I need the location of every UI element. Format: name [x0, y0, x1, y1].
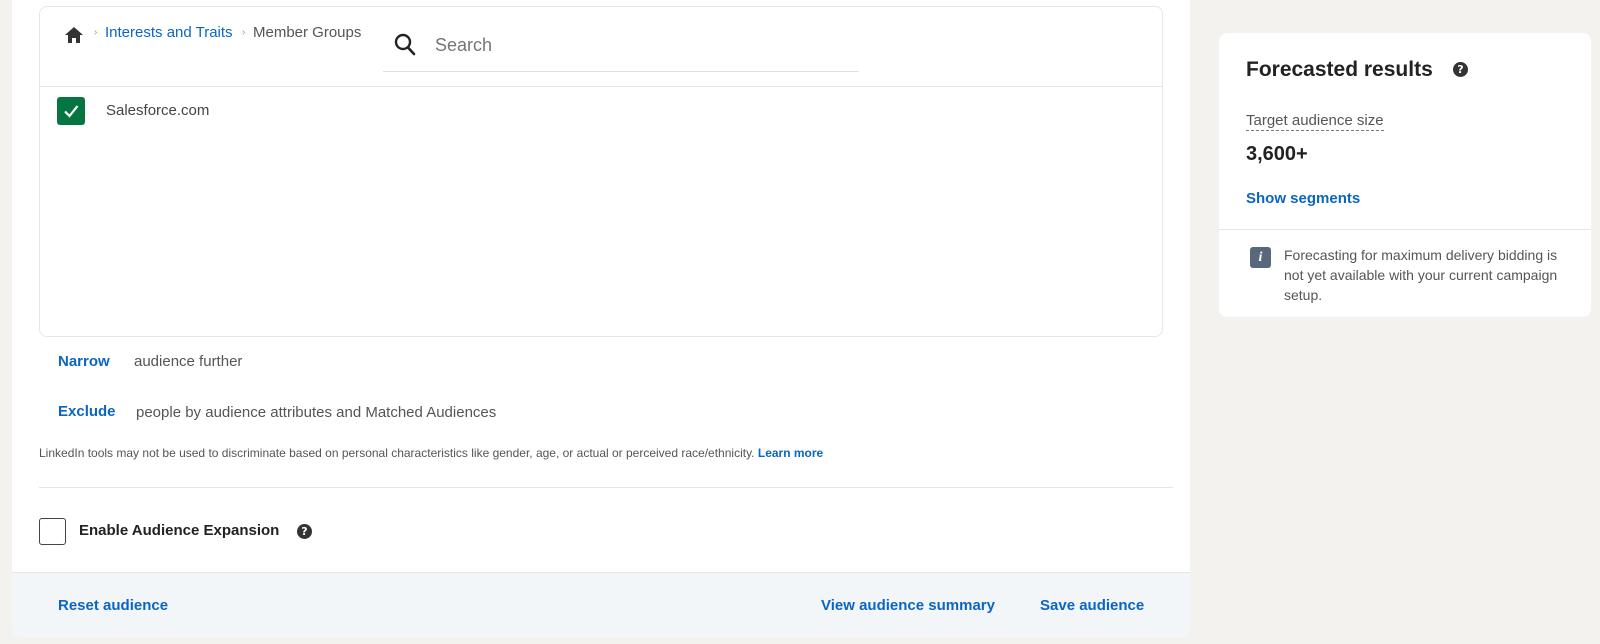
- audience-expansion-label: Enable Audience Expansion: [79, 522, 280, 539]
- target-audience-size-value: 3,600+: [1246, 143, 1308, 165]
- learn-more-link[interactable]: Learn more: [758, 446, 823, 460]
- forecast-panel: Forecasted results ? Target audience siz…: [1219, 33, 1591, 317]
- exclude-text: people by audience attributes and Matche…: [136, 404, 497, 421]
- reset-audience-button[interactable]: Reset audience: [58, 597, 168, 614]
- help-icon[interactable]: ?: [297, 524, 312, 539]
- member-groups-browser: › Interests and Traits › Member Groups S…: [39, 6, 1163, 337]
- exclude-link[interactable]: Exclude: [58, 403, 116, 420]
- search-box[interactable]: [383, 23, 859, 72]
- target-audience-size-label[interactable]: Target audience size: [1246, 112, 1384, 131]
- panel-footer: Reset audience View audience summary Sav…: [12, 572, 1190, 637]
- help-icon[interactable]: ?: [1453, 62, 1468, 77]
- breadcrumb-separator-2: ›: [242, 27, 246, 38]
- breadcrumb-member-groups: Member Groups: [253, 24, 362, 41]
- disclaimer-text: LinkedIn tools may not be used to discri…: [39, 446, 755, 460]
- forecast-info-text: Forecasting for maximum delivery bidding…: [1284, 247, 1558, 303]
- checkbox-checked[interactable]: [57, 97, 85, 125]
- show-segments-link[interactable]: Show segments: [1246, 190, 1360, 207]
- disclaimer: LinkedIn tools may not be used to discri…: [39, 446, 823, 460]
- divider: [39, 487, 1173, 488]
- audience-expansion-checkbox[interactable]: [39, 518, 66, 545]
- view-audience-summary-button[interactable]: View audience summary: [821, 597, 995, 614]
- breadcrumb-interests-traits[interactable]: Interests and Traits: [105, 24, 233, 41]
- divider: [1219, 229, 1591, 230]
- search-icon: [394, 33, 416, 62]
- narrow-link[interactable]: Narrow: [58, 353, 110, 370]
- info-icon: i: [1250, 247, 1271, 268]
- narrow-text: audience further: [134, 353, 243, 370]
- browser-header: › Interests and Traits › Member Groups: [40, 7, 1162, 87]
- save-audience-button[interactable]: Save audience: [1040, 597, 1144, 614]
- search-input[interactable]: [433, 31, 837, 59]
- audience-panel: › Interests and Traits › Member Groups S…: [12, 0, 1190, 637]
- list-item[interactable]: Salesforce.com: [57, 97, 457, 127]
- result-label: Salesforce.com: [106, 102, 210, 119]
- forecast-title: Forecasted results: [1246, 58, 1433, 81]
- breadcrumb-separator-1: ›: [94, 27, 98, 38]
- checkmark-icon: [64, 105, 79, 118]
- home-icon[interactable]: [64, 26, 84, 44]
